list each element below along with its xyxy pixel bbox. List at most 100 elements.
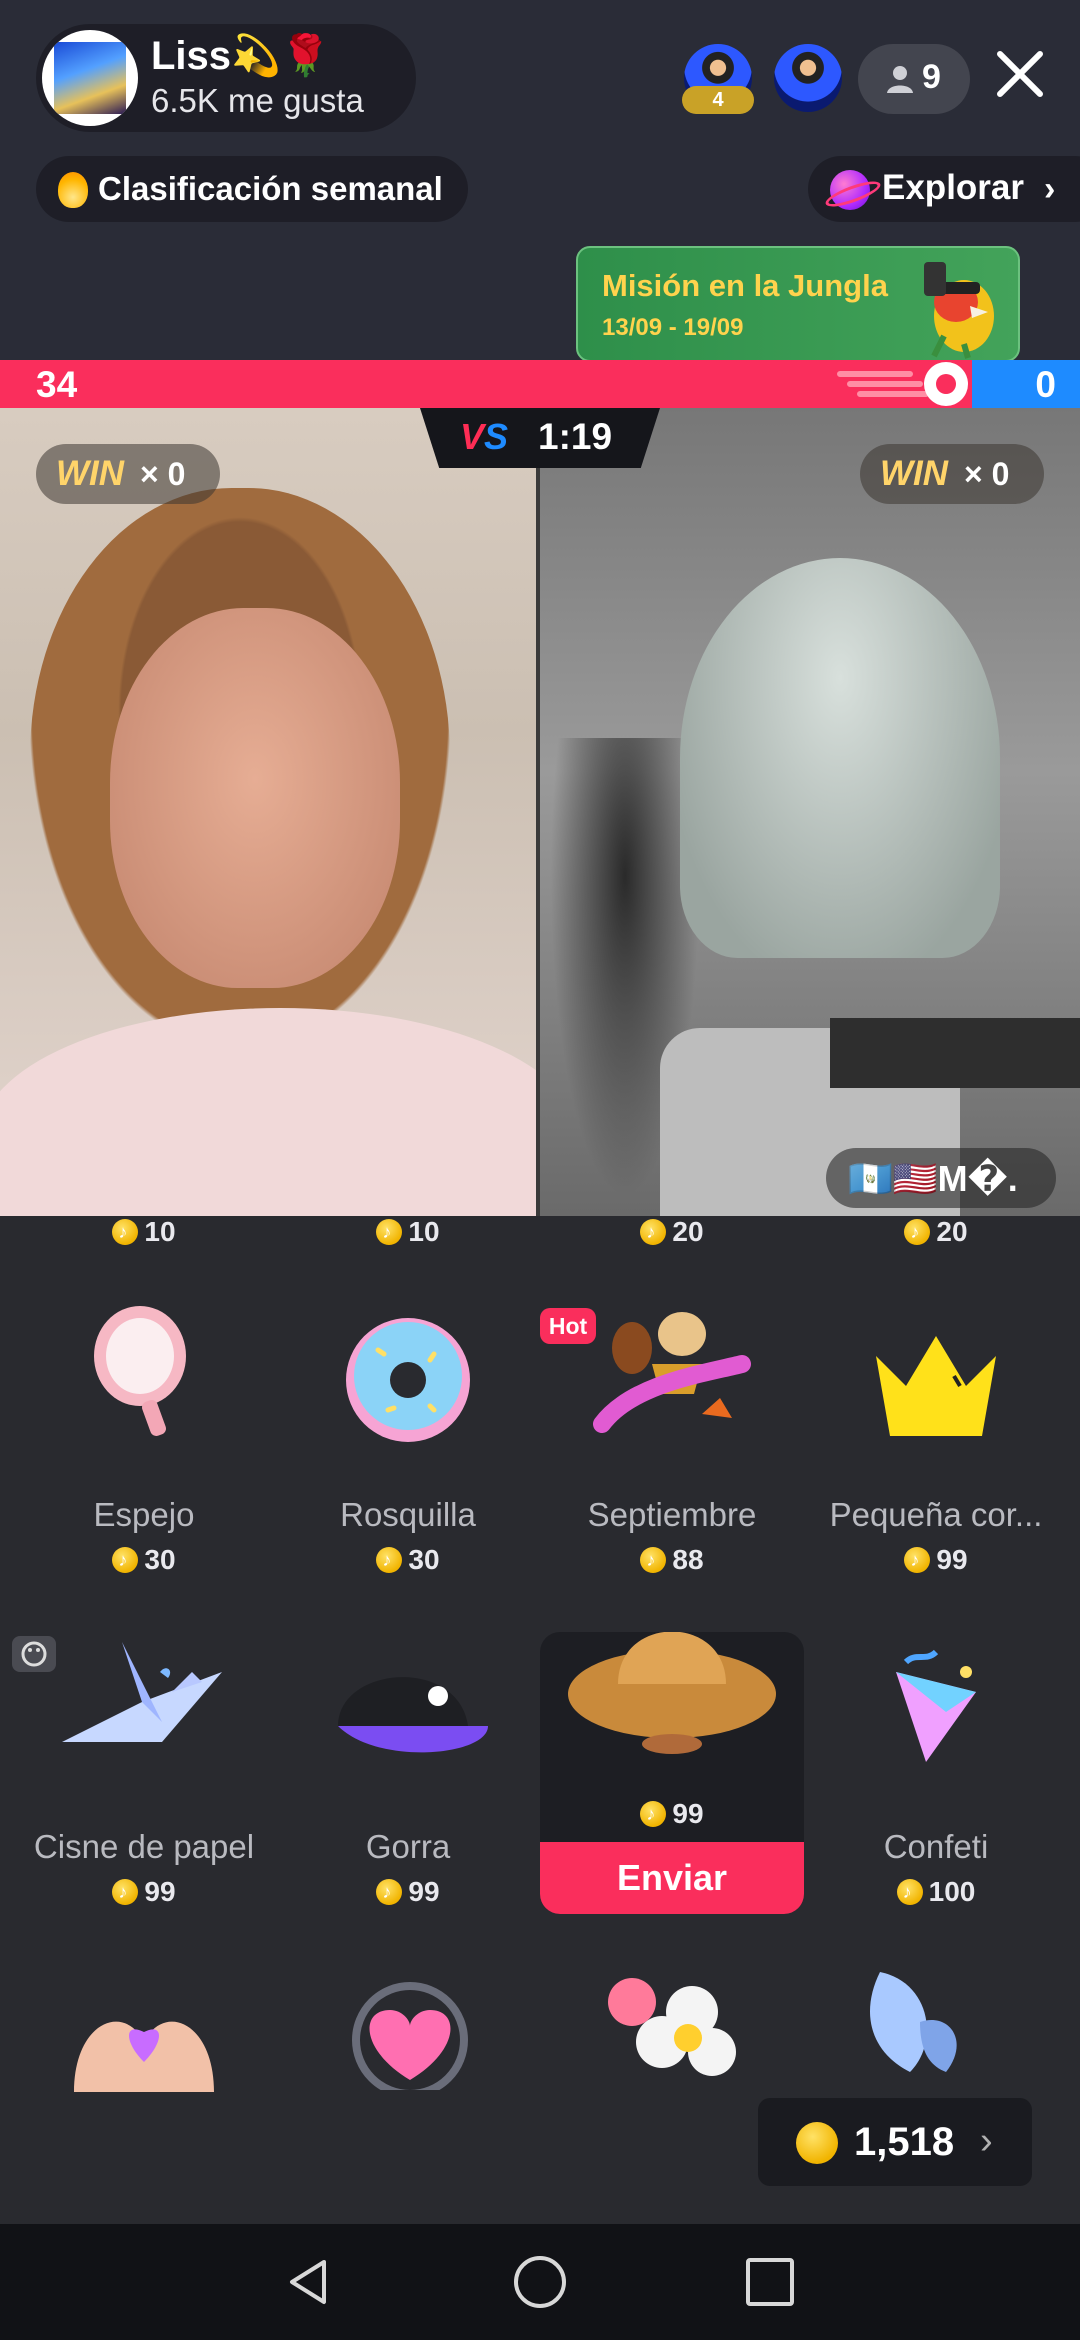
top-viewer-avatar[interactable] [770,40,846,116]
gift-name: Septiembre [587,1496,757,1533]
coin-balance-button[interactable]: 1,518 › [758,2098,1032,2186]
gift-price: 30 [276,1544,540,1576]
host-likes: 6.5K me gusta [151,82,364,119]
gift-price: 10 [12,1216,276,1248]
weekly-ranking-label: Clasificación semanal [98,170,443,207]
coin-icon [640,1219,667,1245]
paper-crane-icon [62,1642,222,1742]
close-icon[interactable] [990,44,1050,104]
battle-score-bar: 34 0 [0,360,1080,408]
september-icon [593,1312,751,1433]
gift-price: 99 [276,1876,540,1908]
live-header: Liss💫🌹 6.5K me gusta 4 9 Clasificación s… [0,0,1080,362]
gift-name: Cisne de papel [33,1828,255,1865]
cowboy-hat-icon [568,1632,776,1754]
gift-name: Espejo [93,1496,195,1533]
host-video-feed[interactable] [0,408,538,1216]
person-icon [887,66,913,93]
gift-price: 10 [276,1216,540,1248]
battle-streak-icon [837,362,968,406]
viewer-count-value: 9 [922,58,941,96]
score-left: 34 [36,364,78,405]
recent-apps-icon[interactable] [744,2256,796,2308]
vs-timer-badge: VS 1:19 [420,408,660,468]
heart-hands-icon[interactable] [64,1992,224,2092]
gift-price: 99 [12,1876,276,1908]
chevron-right-icon: › [1044,170,1056,208]
home-icon[interactable] [512,2254,568,2310]
flower-icon[interactable] [592,1972,752,2082]
gift-name: Gorra [365,1828,451,1865]
opponent-video-feed[interactable] [540,408,1080,1216]
coin-icon [896,1879,923,1905]
gift-price: 99 [804,1544,1068,1576]
host-info[interactable]: Liss💫🌹 6.5K me gusta [36,24,416,132]
mirror-icon [94,1306,186,1436]
gift-confeti[interactable]: Confeti 100 [804,1632,1068,1922]
viewer-count[interactable]: 9 [858,44,970,114]
parrot-icon [924,262,994,359]
gift-price: 99 [540,1798,804,1830]
score-right: 0 [1035,364,1056,405]
coin-icon [904,1219,931,1245]
coin-icon [640,1547,667,1573]
battle-video-area: VS 1:19 WIN × 0 WIN × 0 🇬🇹🇺🇸M�. [0,408,1080,1216]
mission-title: Misión en la Jungla [602,268,888,303]
win-count: × 0 [964,456,1010,492]
crown-icon [876,1336,996,1436]
flame-icon [58,172,88,208]
host-name: Liss💫🌹 [151,34,331,78]
butterfly-icon[interactable] [850,1962,980,2082]
gift-name: Rosquilla [340,1496,476,1533]
opponent-name-tag[interactable]: 🇬🇹🇺🇸M�. [826,1148,1056,1208]
coin-icon [376,1547,403,1573]
coin-icon [904,1547,931,1573]
hot-badge: Hot [540,1308,596,1344]
score-right-segment [972,360,1080,408]
gift-name: Confeti [883,1828,989,1865]
gift-cisne-de-papel[interactable]: Cisne de papel 99 [12,1632,276,1922]
cap-icon [338,1677,488,1753]
gift-price: 30 [12,1544,276,1576]
host-avatar[interactable] [42,30,138,126]
explore-button[interactable]: Explorar › [808,156,1080,222]
coin-icon [796,2122,838,2164]
gift-sombrero-selected[interactable]: 99 Enviar [540,1632,804,1914]
coin-icon [112,1547,139,1573]
mission-dates: 13/09 - 19/09 [602,314,744,341]
coin-icon [376,1219,403,1245]
coin-icon [376,1879,403,1905]
donut-icon [346,1318,470,1442]
viewer-rank-badge: 4 [682,86,754,114]
explore-label: Explorar [882,168,1024,207]
win-label: WIN [880,454,949,493]
weekly-ranking-button[interactable]: Clasificación semanal [36,156,468,222]
vs-label: VS [460,416,509,457]
win-count: × 0 [140,456,186,492]
battle-timer: 1:19 [538,416,613,457]
jungle-mission-banner[interactable]: Misión en la Jungla 13/09 - 19/09 [576,246,1020,362]
gift-rosquilla[interactable]: Rosquilla 30 [276,1300,540,1590]
gift-price: 20 [804,1216,1068,1248]
heart-icon[interactable] [330,1980,490,2090]
gift-espejo[interactable]: Espejo 30 [12,1300,276,1590]
gift-pequena-corona[interactable]: Pequeña cor... 99 [804,1300,1068,1590]
coin-icon [112,1879,139,1905]
win-label: WIN [56,454,125,493]
coin-balance: 1,518 [854,2120,955,2164]
planet-icon [830,170,870,210]
back-icon[interactable] [282,2254,338,2310]
chevron-right-icon: › [980,2120,993,2162]
opponent-name: 🇬🇹🇺🇸M�. [848,1158,1018,1199]
coin-icon [112,1219,139,1245]
party-popper-icon [896,1649,976,1762]
coin-icon [640,1801,667,1827]
gift-price: 100 [804,1876,1068,1908]
gift-price: 20 [540,1216,804,1248]
gift-gorra[interactable]: Gorra 99 [276,1632,540,1922]
win-streak-right: WIN × 0 [860,444,1044,504]
win-streak-left: WIN × 0 [36,444,220,504]
send-gift-button[interactable]: Enviar [540,1842,804,1914]
gift-price: 88 [540,1544,804,1576]
gift-name: Pequeña cor... [829,1496,1043,1533]
